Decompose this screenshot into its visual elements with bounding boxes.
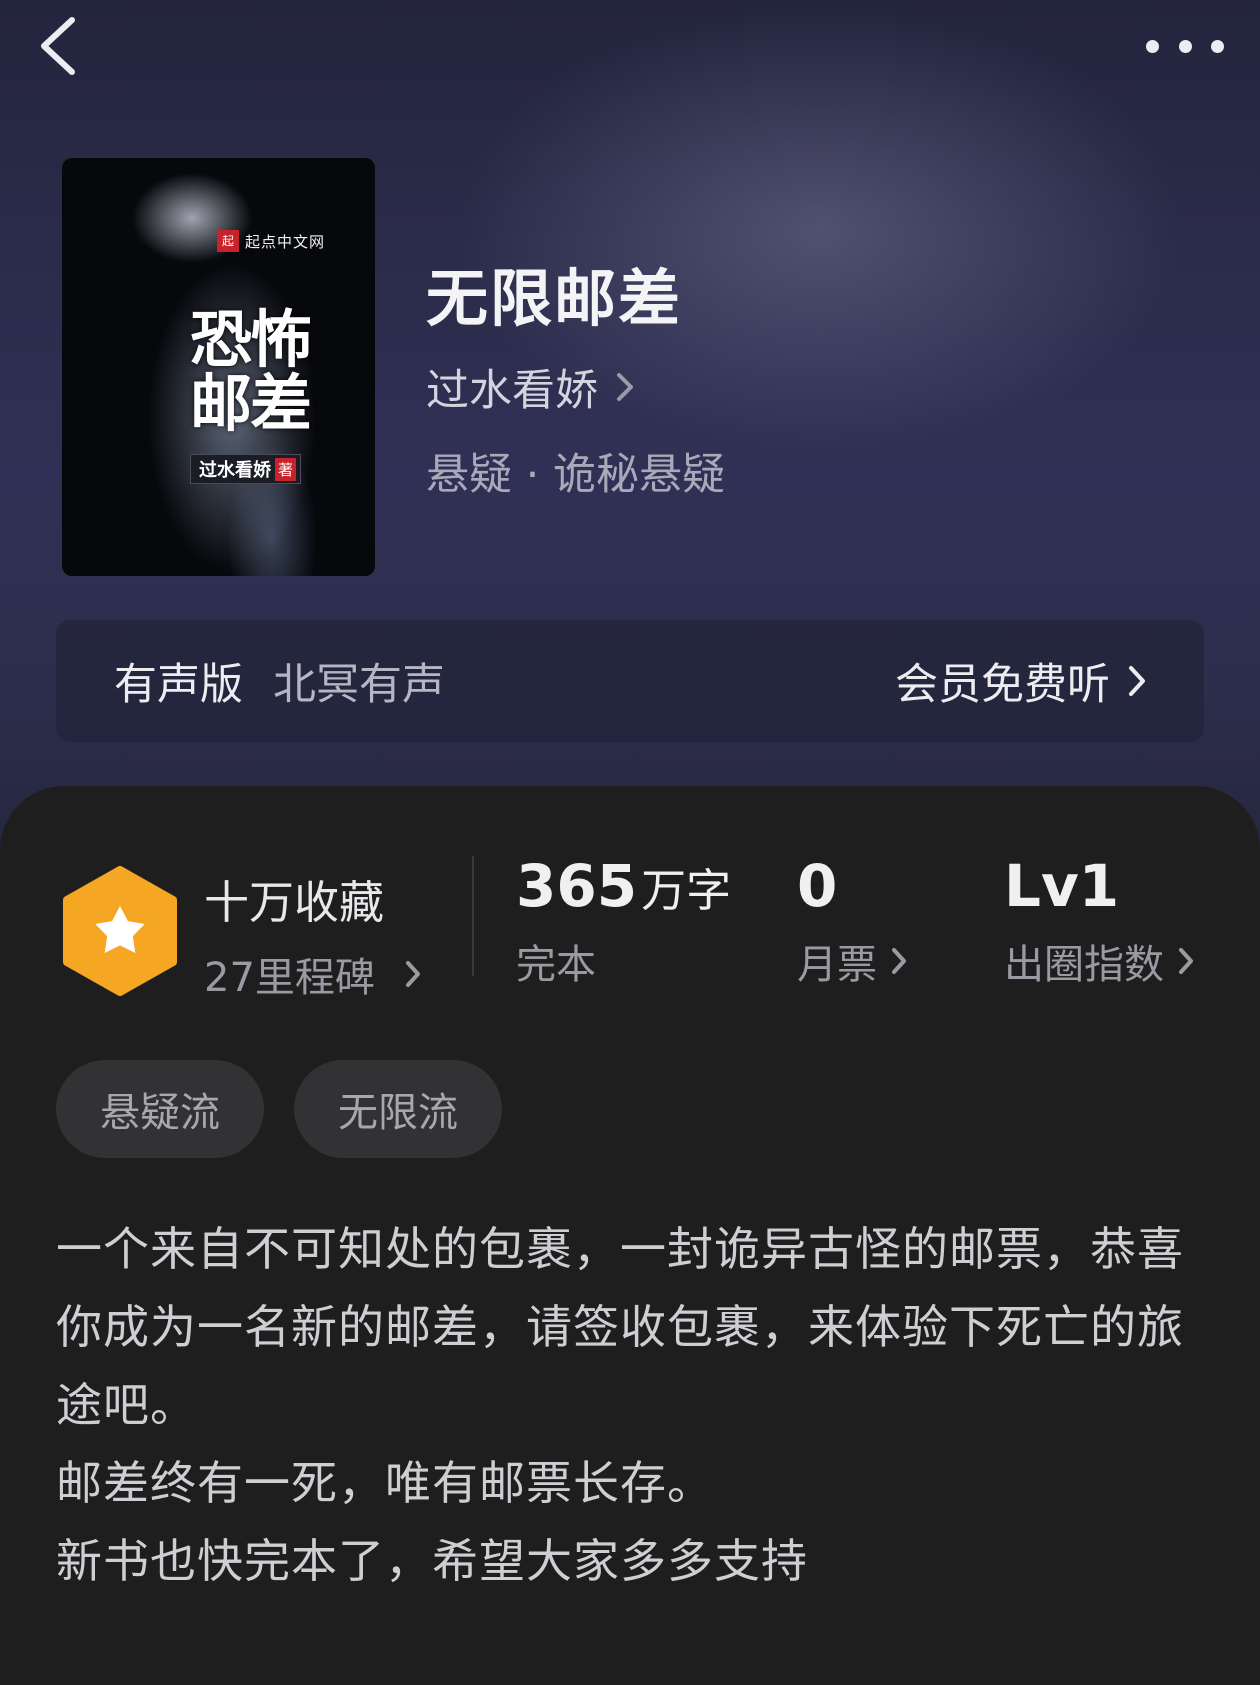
more-dot	[1211, 39, 1224, 53]
collection-milestone[interactable]: 十万收藏 27里程碑	[204, 866, 421, 1003]
cover-author-plate: 过水看娇 著	[190, 454, 302, 484]
star-hexagon-icon	[63, 866, 177, 996]
chevron-right-icon	[1179, 948, 1193, 974]
collection-title: 十万收藏	[204, 876, 385, 929]
audio-cta-label: 会员免费听	[895, 660, 1110, 710]
cover-title: 恐怖邮差	[190, 303, 312, 440]
cover-brand: 起 起点中文网	[217, 230, 325, 252]
chevron-right-icon	[892, 948, 906, 974]
book-detail-card: 十万收藏 27里程碑 365 万字 完本 0 月票 Lv1 出圈指数 悬疑流 无…	[0, 786, 1260, 1685]
word-count-label: 完本	[516, 942, 596, 988]
book-cover[interactable]: 起 起点中文网 恐怖邮差 过水看娇 著	[62, 158, 375, 576]
chevron-right-icon	[1129, 666, 1145, 696]
tag-list: 悬疑流 无限流	[56, 1060, 502, 1158]
audiobook-bar[interactable]: 有声版 北冥有声 会员免费听	[56, 620, 1204, 742]
influence-value: Lv1	[1004, 852, 1120, 920]
stat-word-count: 365 万字 完本	[516, 852, 731, 990]
cover-brand-logo: 起	[217, 230, 239, 252]
back-button[interactable]	[32, 14, 92, 78]
collection-subtitle-row: 27里程碑	[204, 945, 421, 1003]
synopsis: 一个来自不可知处的包裹，一封诡异古怪的邮票，恭喜你成为一名新的邮差，请签收包裹，…	[56, 1210, 1196, 1600]
monthly-tickets-value: 0	[797, 852, 838, 920]
chevron-right-icon	[617, 373, 633, 401]
cover-brand-text: 起点中文网	[245, 232, 326, 251]
tag-chip[interactable]: 无限流	[294, 1060, 502, 1158]
stats-row: 十万收藏 27里程碑 365 万字 完本 0 月票 Lv1 出圈指数	[0, 786, 1260, 1006]
stat-monthly-tickets[interactable]: 0 月票	[797, 852, 907, 990]
influence-label: 出圈指数	[1004, 942, 1164, 988]
monthly-tickets-label-row: 月票	[797, 932, 907, 990]
stat-influence-index[interactable]: Lv1 出圈指数	[1004, 852, 1194, 990]
book-genre: 悬疑 · 诡秘悬疑	[426, 450, 726, 500]
book-title: 无限邮差	[426, 262, 683, 335]
more-button[interactable]	[1140, 24, 1230, 68]
more-dot	[1178, 39, 1192, 53]
cover-author-name: 过水看娇	[199, 460, 271, 481]
chevron-left-icon	[41, 17, 75, 75]
influence-label-row: 出圈指数	[1004, 932, 1194, 990]
monthly-tickets-label: 月票	[797, 942, 877, 988]
top-bar	[0, 0, 1260, 100]
word-count-value-row: 365 万字	[516, 852, 731, 920]
author-name: 过水看娇	[426, 366, 598, 416]
audio-label: 有声版	[114, 660, 243, 710]
audio-narrator: 北冥有声	[273, 660, 445, 710]
more-dots-icon	[1146, 39, 1159, 53]
word-count-unit: 万字	[641, 864, 732, 917]
synopsis-paragraph: 新书也快完本了，希望大家多多支持	[56, 1534, 808, 1588]
word-count-value: 365	[516, 852, 638, 920]
synopsis-paragraph: 邮差终有一死，唯有邮票长存。	[56, 1456, 714, 1510]
author-link[interactable]: 过水看娇	[426, 356, 634, 418]
chevron-right-icon	[405, 961, 420, 987]
stats-divider	[472, 856, 474, 976]
audio-listen-button[interactable]: 会员免费听	[895, 650, 1146, 712]
collection-subtitle: 27里程碑	[204, 955, 375, 1001]
synopsis-paragraph: 一个来自不可知处的包裹，一封诡异古怪的邮票，恭喜你成为一名新的邮差，请签收包裹，…	[56, 1222, 1184, 1432]
tag-chip[interactable]: 悬疑流	[56, 1060, 264, 1158]
cover-author-suffix: 著	[275, 457, 297, 481]
